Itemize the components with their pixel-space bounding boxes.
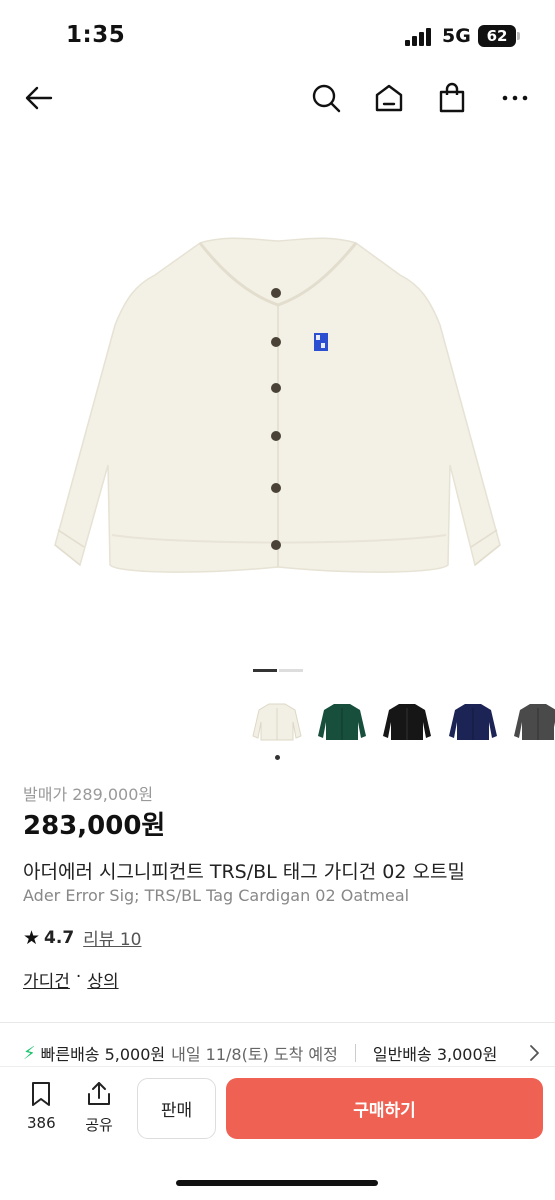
home-indicator <box>176 1180 378 1186</box>
battery-tip <box>517 32 520 40</box>
more-horizontal-icon <box>502 95 528 101</box>
status-time: 1:35 <box>66 22 126 48</box>
battery-level: 62 <box>486 27 508 45</box>
category-separator: · <box>75 967 82 987</box>
battery-icon: 62 <box>478 25 516 47</box>
bookmark-count: 386 <box>27 1114 56 1132</box>
color-thumb-navy[interactable] <box>445 696 501 746</box>
fast-shipping-date: 내일 11/8(토) 도착 예정 <box>171 1045 338 1064</box>
chevron-right-icon <box>530 1045 539 1061</box>
cardigan-thumb-icon <box>449 704 497 740</box>
share-label: 공유 <box>85 1116 113 1134</box>
network-label: 5G <box>442 25 471 47</box>
cardigan-thumb-icon <box>383 704 431 740</box>
fast-shipping-label: 빠른배송 5,000원 <box>40 1045 166 1064</box>
lightning-icon: ⚡ <box>23 1042 36 1064</box>
color-thumb-green[interactable] <box>314 696 370 746</box>
cardigan-image <box>54 237 501 573</box>
search-icon <box>312 84 341 113</box>
color-thumb-charcoal[interactable] <box>510 696 555 746</box>
shipping-more-button[interactable] <box>523 1042 545 1064</box>
review-link[interactable]: 리뷰 10 <box>83 925 141 950</box>
product-image[interactable] <box>0 135 555 655</box>
color-thumb-oatmeal[interactable] <box>249 696 305 746</box>
star-icon: ★ <box>23 926 41 949</box>
bookmark-button[interactable]: 386 <box>27 1080 56 1132</box>
image-pager <box>253 669 303 672</box>
buy-button[interactable]: 구매하기 <box>226 1078 543 1139</box>
rating-value: 4.7 <box>44 927 75 948</box>
category-link-top[interactable]: 상의 <box>87 967 118 992</box>
divider <box>0 1022 555 1023</box>
shipping-separator <box>354 1044 356 1062</box>
original-price: 발매가 289,000원 <box>23 785 154 804</box>
cart-button[interactable] <box>434 80 470 116</box>
shopping-bag-icon <box>439 82 465 113</box>
shipping-options[interactable]: ⚡ 빠른배송 5,000원 내일 11/8(토) 도착 예정 일반배송 3,00… <box>23 1041 555 1065</box>
category-breadcrumb: 가디건 · 상의 <box>23 967 119 992</box>
home-icon <box>375 84 403 112</box>
category-link-cardigan[interactable]: 가디건 <box>23 967 70 992</box>
selected-color-indicator <box>275 755 280 760</box>
product-title-en: Ader Error Sig; TRS/BL Tag Cardigan 02 O… <box>23 886 410 905</box>
sale-price: 283,000원 <box>23 811 166 841</box>
search-button[interactable] <box>308 80 344 116</box>
normal-shipping-label: 일반배송 3,000원 <box>372 1045 498 1064</box>
more-button[interactable] <box>497 80 533 116</box>
color-thumb-black[interactable] <box>379 696 435 746</box>
rating-row: ★ 4.7 리뷰 10 <box>23 925 142 951</box>
cardigan-thumb-icon <box>318 704 366 740</box>
back-button[interactable] <box>21 80 57 116</box>
sell-button[interactable]: 판매 <box>137 1078 216 1139</box>
cardigan-thumb-icon <box>252 703 302 741</box>
product-title-ko: 아더에러 시그니피컨트 TRS/BL 태그 가디건 02 오트밀 <box>23 861 465 883</box>
share-icon <box>88 1082 110 1105</box>
pager-dot-inactive <box>279 669 303 672</box>
arrow-left-icon <box>25 86 53 110</box>
share-button[interactable]: 공유 <box>85 1080 113 1135</box>
cardigan-thumb-icon <box>514 704 555 740</box>
status-bar: 1:35 5G 62 <box>0 0 555 70</box>
bookmark-icon <box>32 1082 51 1106</box>
pager-dot-active <box>253 669 277 672</box>
home-button[interactable] <box>371 80 407 116</box>
signal-icon <box>405 28 435 46</box>
